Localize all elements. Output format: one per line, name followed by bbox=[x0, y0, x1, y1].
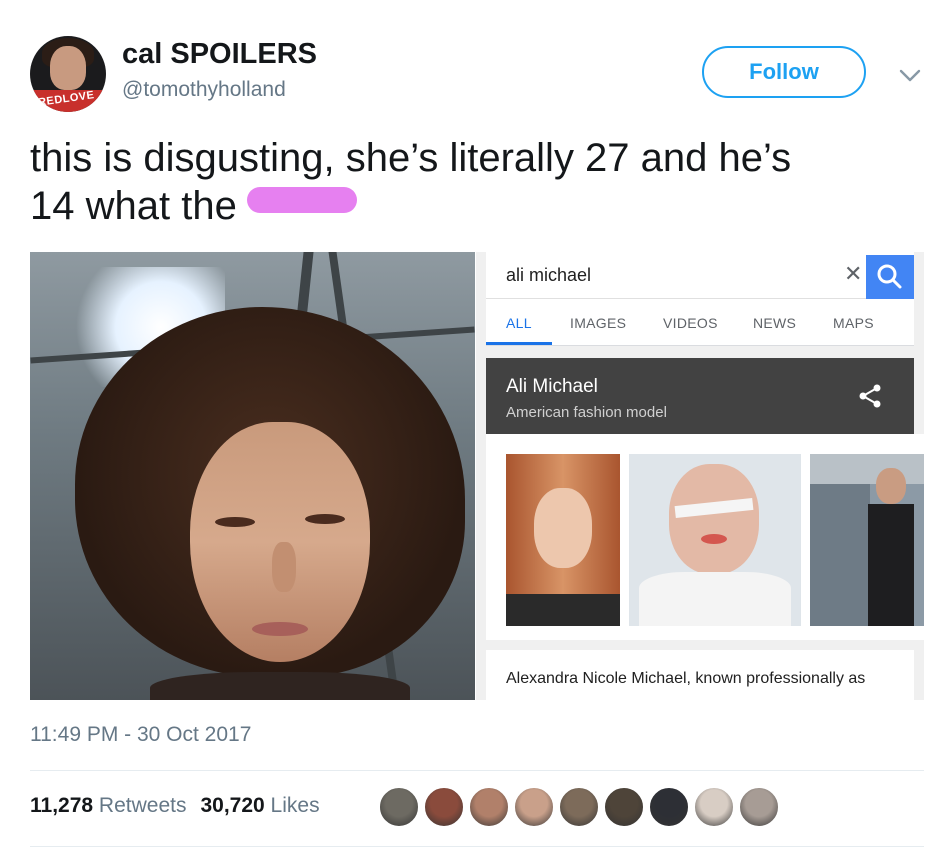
follow-button[interactable]: Follow bbox=[702, 46, 866, 98]
entity-description-box: Alexandra Nicole Michael, known professi… bbox=[486, 650, 914, 700]
image-result-2 bbox=[629, 454, 801, 626]
profile-avatar[interactable]: REDLOVE bbox=[30, 36, 106, 112]
liker-avatar-5[interactable] bbox=[558, 786, 600, 828]
liker-avatar-9[interactable] bbox=[738, 786, 780, 828]
retweets-count[interactable]: 11,278 bbox=[30, 794, 93, 817]
search-icon bbox=[877, 264, 902, 289]
tweet-timestamp[interactable]: 11:49 PM - 30 Oct 2017 bbox=[30, 723, 251, 747]
user-handle[interactable]: @tomothyholland bbox=[122, 78, 286, 102]
tweet-photo-google-screenshot[interactable]: ali michael ✕ ALL IMAGES VIDEOS NEWS MAP… bbox=[476, 252, 924, 700]
censor-scribble bbox=[246, 187, 357, 214]
divider bbox=[30, 846, 924, 847]
search-button bbox=[866, 255, 914, 299]
tab-news: NEWS bbox=[753, 315, 797, 331]
image-result-3 bbox=[810, 454, 924, 626]
photo-mouth bbox=[252, 622, 308, 636]
tab-all: ALL bbox=[506, 315, 532, 331]
display-name[interactable]: cal SPOILERS bbox=[122, 38, 317, 71]
photo-eye-right bbox=[305, 514, 345, 524]
tweet-text-line-2-words: 14 what the bbox=[30, 184, 237, 228]
google-search-box: ali michael ✕ bbox=[486, 252, 914, 299]
entity-description: Alexandra Nicole Michael, known professi… bbox=[506, 670, 866, 687]
tab-videos: VIDEOS bbox=[663, 315, 718, 331]
active-tab-underline bbox=[486, 342, 552, 345]
entity-subtitle: American fashion model bbox=[506, 404, 667, 421]
liker-avatar-6[interactable] bbox=[603, 786, 645, 828]
photo-nose bbox=[272, 542, 296, 592]
divider bbox=[30, 770, 924, 771]
liker-avatars bbox=[378, 786, 798, 830]
image-result-1 bbox=[506, 454, 620, 626]
tab-maps: MAPS bbox=[833, 315, 874, 331]
likes-count[interactable]: 30,720 bbox=[200, 794, 264, 817]
retweets-label[interactable]: Retweets bbox=[99, 794, 187, 817]
chevron-down-icon[interactable] bbox=[897, 64, 923, 86]
image-results-strip bbox=[486, 434, 924, 640]
search-query-text: ali michael bbox=[506, 265, 592, 285]
tweet-text-line-1: this is disgusting, she’s literally 27 a… bbox=[30, 136, 792, 180]
liker-avatar-7[interactable] bbox=[648, 786, 690, 828]
google-tabs: ALL IMAGES VIDEOS NEWS MAPS bbox=[486, 299, 914, 346]
liker-avatar-4[interactable] bbox=[513, 786, 555, 828]
knowledge-panel-header: Ali Michael American fashion model bbox=[486, 358, 914, 434]
liker-avatar-3[interactable] bbox=[468, 786, 510, 828]
close-icon: ✕ bbox=[844, 261, 863, 286]
liker-avatar-8[interactable] bbox=[693, 786, 735, 828]
tweet-text-line-2: 14 what the bbox=[30, 182, 910, 230]
avatar-face bbox=[50, 46, 86, 90]
share-icon bbox=[859, 384, 881, 408]
tweet-photo-selfie[interactable] bbox=[30, 252, 475, 700]
tab-images: IMAGES bbox=[570, 315, 627, 331]
liker-avatar-2[interactable] bbox=[423, 786, 465, 828]
entity-name: Ali Michael bbox=[506, 376, 598, 397]
likes-label[interactable]: Likes bbox=[271, 794, 320, 817]
liker-avatar-1[interactable] bbox=[378, 786, 420, 828]
tweet-text: this is disgusting, she’s literally 27 a… bbox=[30, 134, 910, 230]
photo-shoulders bbox=[150, 672, 410, 700]
tweet-stats: 11,278 Retweets 30,720 Likes bbox=[30, 794, 320, 818]
photo-eye-left bbox=[215, 517, 255, 527]
